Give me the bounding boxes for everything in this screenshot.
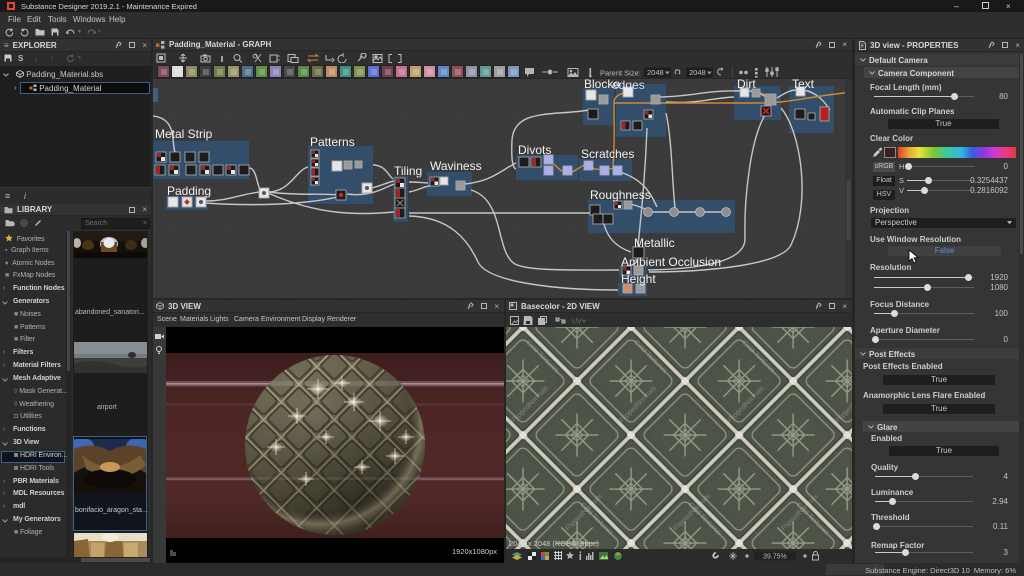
svg-text:Ambient Occlusion: Ambient Occlusion (621, 255, 721, 269)
svg-text:Waviness: Waviness (430, 159, 482, 173)
svg-text:1920x1080px: 1920x1080px (452, 547, 497, 556)
svg-text:Metal Strip: Metal Strip (155, 127, 213, 141)
svg-text:Tiling: Tiling (394, 164, 422, 178)
svg-text:edges: edges (612, 79, 645, 92)
svg-text:Dirt: Dirt (737, 79, 756, 91)
svg-text:Parent Size:: Parent Size: (600, 69, 641, 78)
svg-text:UV: UV (572, 319, 582, 326)
svg-text:39.75%: 39.75% (763, 554, 787, 561)
svg-text:Divots: Divots (518, 143, 551, 157)
svg-text:Metallic: Metallic (634, 236, 675, 250)
svg-text:2048: 2048 (689, 68, 706, 77)
svg-text:Patterns: Patterns (310, 135, 355, 149)
svg-text:2048: 2048 (647, 68, 664, 77)
svg-text:Roughness: Roughness (590, 188, 651, 202)
svg-text:Scratches: Scratches (581, 147, 634, 161)
svg-text:Text: Text (792, 79, 815, 91)
svg-text:Padding: Padding (167, 184, 211, 198)
svg-text:Height: Height (621, 272, 656, 286)
svg-text:2048 x 2048 (RGBA, 8bpc): 2048 x 2048 (RGBA, 8bpc) (509, 539, 600, 548)
